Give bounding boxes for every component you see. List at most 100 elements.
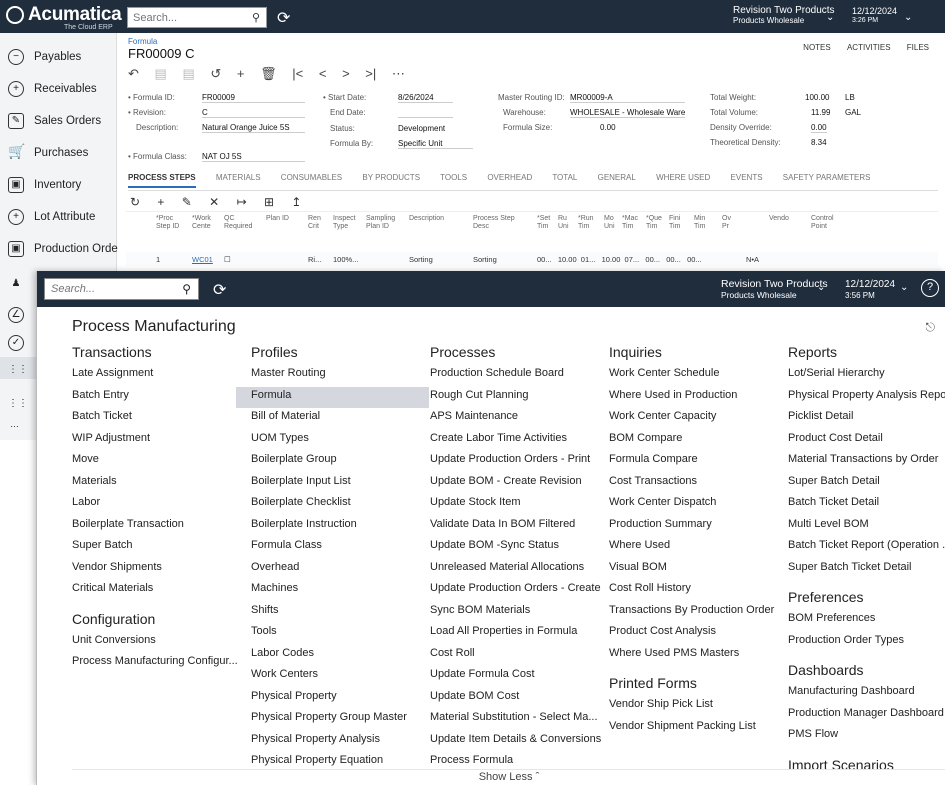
menu-item[interactable]: Update BOM Cost (430, 688, 608, 710)
grid-col-header[interactable]: Vendo (769, 215, 789, 223)
menu-item[interactable]: APS Maintenance (430, 408, 608, 430)
checkbox-icon[interactable]: ☐ (224, 255, 231, 264)
grid-col-header[interactable]: Ov Pr (722, 215, 736, 231)
menu-item[interactable]: Boilerplate Checklist (251, 494, 429, 516)
menu-item[interactable]: Update Stock Item (430, 494, 608, 516)
show-less-button[interactable]: Show Less ˆ (72, 769, 945, 785)
menu-item[interactable]: Vendor Shipments (72, 559, 250, 581)
menu-item[interactable]: ★Batch Ticket (72, 408, 250, 430)
delete-icon[interactable]: 🗑 (260, 66, 277, 81)
grid-col-header[interactable]: Plan ID (266, 215, 289, 223)
menu-item[interactable]: Labor Codes (251, 645, 429, 667)
menu-item[interactable]: Boilerplate Instruction (251, 516, 429, 538)
menu-item[interactable]: Unit Conversions (72, 632, 250, 654)
menu-item[interactable]: Update Formula Cost (430, 666, 608, 688)
bg-search-box[interactable]: ⚲ (127, 7, 267, 28)
grid-col-header[interactable]: Mo Uni (604, 215, 618, 231)
menu-item[interactable]: Super Batch Ticket Detail (788, 559, 945, 581)
grid-col-header[interactable]: Control Point (811, 215, 841, 231)
work-center-link[interactable]: WC01 (192, 255, 213, 264)
files-link[interactable]: FILES (907, 43, 929, 52)
menu-item[interactable]: Production Schedule Board (430, 365, 608, 387)
tab-total[interactable]: TOTAL (552, 173, 577, 182)
menu-item[interactable]: Update Production Orders - Print (430, 451, 608, 473)
menu-item[interactable]: Visual BOM (609, 559, 787, 581)
menu-item[interactable]: Overhead (251, 559, 429, 581)
menu-item[interactable]: Work Center Schedule (609, 365, 787, 387)
menu-item[interactable]: ★Batch Entry (72, 387, 250, 409)
menu-item[interactable]: Boilerplate Transaction (72, 516, 250, 538)
grid-col-header[interactable]: Ru Uni (558, 215, 572, 231)
menu-item[interactable]: Machines (251, 580, 429, 602)
save-close-icon[interactable]: ▤ (182, 66, 194, 81)
chevron-down-icon[interactable]: ⌄ (817, 282, 825, 293)
menu-item[interactable]: ★Manufacturing Dashboard (788, 683, 945, 705)
grid-col-header[interactable]: *Que Tim (646, 215, 664, 231)
menu-item[interactable]: ★Physical Property (251, 688, 429, 710)
sidebar-item-purchases[interactable]: 🛒 Purchases (0, 139, 117, 170)
tab-process-steps[interactable]: PROCESS STEPS (128, 173, 196, 188)
menu-item[interactable]: WIP Adjustment (72, 430, 250, 452)
save-icon[interactable]: ▤ (155, 66, 167, 81)
grid-col-header[interactable]: Description (409, 215, 444, 223)
breadcrumb[interactable]: Formula (128, 37, 157, 46)
bg-date-selector[interactable]: 12/12/2024 3:26 PM (852, 6, 897, 26)
tab-overhead[interactable]: OVERHEAD (487, 173, 532, 182)
tab-consumables[interactable]: CONSUMABLES (281, 173, 342, 182)
menu-item[interactable]: Bill of Material (251, 408, 429, 430)
menu-item[interactable]: ★Physical Property Group Master (251, 709, 429, 731)
menu-item[interactable]: Batch Ticket Report (Operation ... (788, 537, 945, 559)
menu-item[interactable]: BOM Compare (609, 430, 787, 452)
grid-col-header[interactable]: Min Tim (694, 215, 712, 231)
menu-item[interactable]: Multi Level BOM (788, 516, 945, 538)
master-routing-field[interactable]: MR00009-A (570, 93, 685, 103)
delete-row-icon[interactable]: ✕ (209, 195, 219, 209)
menu-item[interactable]: Where Used in Production (609, 387, 787, 409)
menu-item[interactable]: Product Cost Analysis (609, 623, 787, 645)
bg-tenant-selector[interactable]: Revision Two Products Products Wholesale (733, 6, 835, 26)
menu-item[interactable]: Boilerplate Group (251, 451, 429, 473)
grid-col-header[interactable]: Process Step Desc (473, 215, 523, 231)
menu-item[interactable]: Work Center Dispatch (609, 494, 787, 516)
formula-class-field[interactable]: NAT OJ 5S (202, 152, 305, 162)
edit-icon[interactable]: ✎ (182, 195, 192, 209)
menu-item[interactable]: Late Assignment (72, 365, 250, 387)
revision-field[interactable]: C (202, 108, 305, 118)
sidebar-item-production-orders[interactable]: ▣ Production Orders (0, 235, 127, 266)
menu-item[interactable]: Cost Roll History (609, 580, 787, 602)
acumatica-logo[interactable]: Acumatica The Cloud ERP (6, 2, 122, 32)
end-date-field[interactable] (398, 108, 453, 118)
last-record-icon[interactable]: >| (365, 66, 376, 81)
tenant-selector[interactable]: Revision Two Products Products Wholesale (721, 279, 828, 301)
sidebar-item-payables[interactable]: − Payables (0, 43, 117, 74)
menu-item[interactable]: Cost Transactions (609, 473, 787, 495)
menu-item[interactable]: Super Batch Detail (788, 473, 945, 495)
grid-col-header[interactable]: Inspect Type (333, 215, 357, 231)
menu-item[interactable]: Create Labor Time Activities (430, 430, 608, 452)
tab-events[interactable]: EVENTS (731, 173, 763, 182)
menu-item[interactable]: Material Substitution - Select Ma... (430, 709, 608, 731)
menu-item[interactable]: Picklist Detail (788, 408, 945, 430)
menu-item[interactable]: Move (72, 451, 250, 473)
tab-safety-parameters[interactable]: SAFETY PARAMETERS (783, 173, 871, 182)
refresh-icon[interactable]: ↻ (130, 195, 140, 209)
formula-id-field[interactable]: FR00009 (202, 93, 305, 103)
fit-columns-icon[interactable]: ↦ (237, 195, 247, 209)
undo-icon[interactable]: ↺ (210, 66, 221, 81)
more-icon[interactable]: ⋯ (392, 66, 405, 81)
upload-icon[interactable]: ↥ (291, 195, 301, 209)
grid-col-header[interactable]: Ren Crit (308, 215, 322, 231)
menu-item[interactable]: Sync BOM Materials (430, 602, 608, 624)
table-row[interactable]: 1 WC01 ☐ Ri... 100%... Sorting Sorting 0… (126, 252, 938, 266)
menu-item[interactable]: Shifts (251, 602, 429, 624)
add-icon[interactable]: + (237, 66, 245, 81)
menu-item[interactable]: ★Physical Property Analysis (251, 731, 429, 753)
tab-materials[interactable]: MATERIALS (216, 173, 261, 182)
menu-item[interactable]: Boilerplate Input List (251, 473, 429, 495)
menu-item[interactable]: Critical Materials (72, 580, 250, 602)
menu-item[interactable]: Vendor Ship Pick List (609, 696, 787, 718)
bg-search-input[interactable] (128, 8, 238, 27)
menu-item[interactable]: Cost Roll (430, 645, 608, 667)
tab-general[interactable]: GENERAL (598, 173, 636, 182)
menu-item[interactable]: Rough Cut Planning (430, 387, 608, 409)
